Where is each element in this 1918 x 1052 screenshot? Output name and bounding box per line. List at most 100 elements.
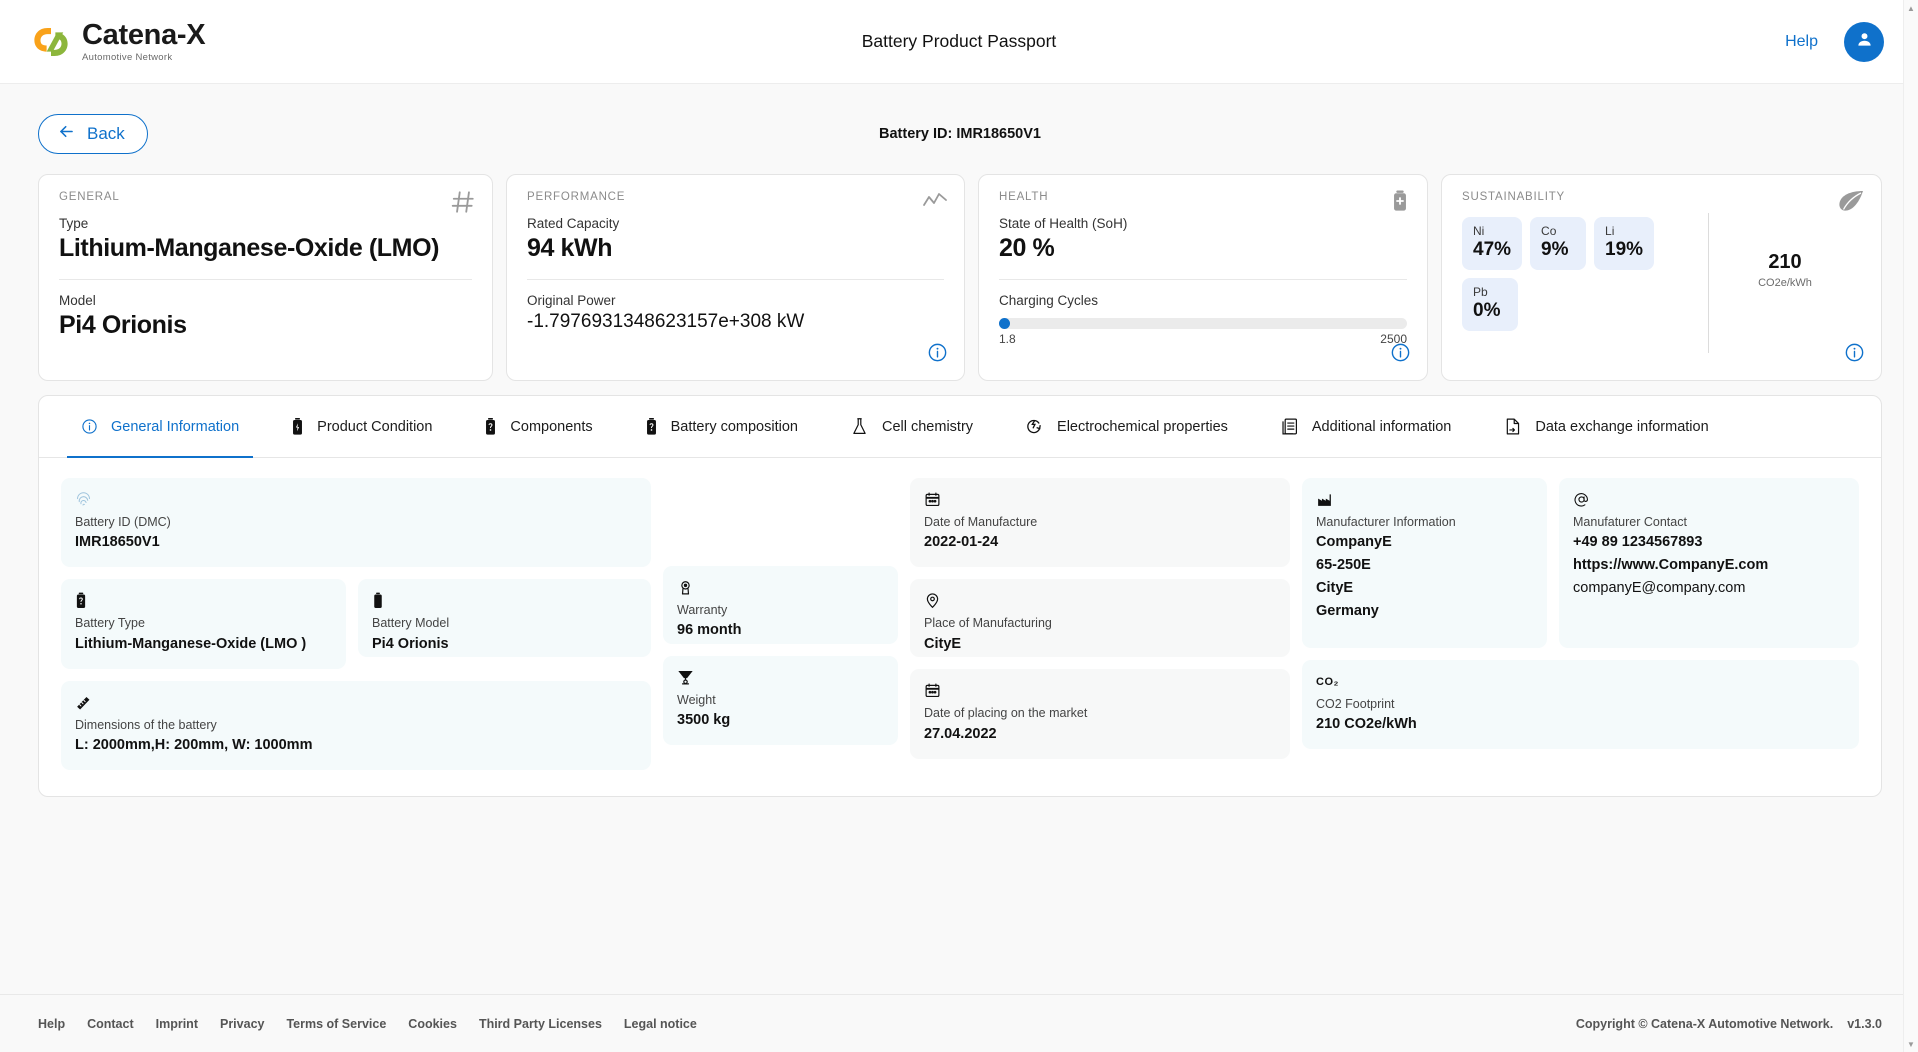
tab-cell-chemistry[interactable]: Cell chemistry — [824, 396, 999, 457]
battery-id-heading: Battery ID: IMR18650V1 — [879, 126, 1041, 142]
field-value: 27.04.2022 — [924, 725, 997, 742]
footer-copyright: Copyright © Catena-X Automotive Network. — [1575, 1016, 1834, 1031]
brand-logo[interactable]: Catena-X Automotive Network — [30, 20, 206, 63]
details-panel: General Information Product Condition Co… — [38, 395, 1882, 797]
electro-icon — [1025, 417, 1044, 436]
footer-link-contact[interactable]: Contact — [87, 1017, 134, 1031]
brand-text: Catena-X Automotive Network — [82, 20, 206, 63]
performance-divider — [527, 279, 944, 280]
leaf-icon — [1837, 189, 1865, 218]
health-soh-value: 20 % — [999, 234, 1055, 262]
performance-info-icon[interactable] — [927, 342, 948, 368]
tab-bar: General Information Product Condition Co… — [39, 396, 1881, 458]
field-label: Manufacturer Information — [1316, 515, 1456, 529]
back-button-label: Back — [87, 124, 125, 143]
fields-column-3: Date of Manufacture 2022-01-24 Place of … — [910, 478, 1290, 759]
field-value: https://www.CompanyE.com — [1573, 557, 1769, 574]
tab-battery-composition[interactable]: Battery composition — [619, 396, 824, 457]
footer-link-privacy[interactable]: Privacy — [220, 1017, 264, 1031]
kpi-card-row: GENERAL Type Lithium-Manganese-Oxide (LM… — [38, 174, 1882, 381]
calendar-icon — [924, 681, 1276, 700]
footer-link-imprint[interactable]: Imprint — [156, 1017, 198, 1031]
material-chip: Li 19% — [1594, 217, 1655, 271]
scroll-down-arrow-icon[interactable]: ▼ — [1904, 1036, 1918, 1052]
tab-label: Product Condition — [317, 418, 433, 435]
material-chip: Co 9% — [1530, 217, 1587, 271]
footer-link-third-party-licenses[interactable]: Third Party Licenses — [479, 1017, 602, 1031]
field-label: Place of Manufacturing — [924, 616, 1052, 631]
tab-general-information[interactable]: General Information — [55, 396, 265, 458]
field-label: Battery ID (DMC) — [75, 515, 171, 529]
battery-bolt-icon — [291, 417, 304, 436]
flask-icon — [850, 417, 869, 436]
user-icon — [1854, 29, 1875, 55]
field-value: CompanyE — [1316, 534, 1392, 551]
field-value: 3500 kg — [677, 712, 731, 729]
material-percent: 47% — [1473, 239, 1512, 261]
field-value: 210 CO2e/kWh — [1316, 716, 1417, 733]
field-label: Battery Type — [75, 616, 145, 631]
catena-x-logo-icon — [30, 21, 72, 63]
fields-column-2: Warranty 96 month Weight 3500 kg — [663, 478, 898, 746]
tab-additional-information[interactable]: Additional information — [1254, 396, 1477, 457]
general-card-title: GENERAL — [59, 191, 120, 203]
fingerprint-icon — [75, 490, 637, 509]
material-symbol: Ni — [1473, 224, 1485, 238]
tab-product-condition[interactable]: Product Condition — [265, 396, 458, 457]
footer-link-cookies[interactable]: Cookies — [408, 1017, 457, 1031]
tab-data-exchange-information[interactable]: Data exchange information — [1477, 396, 1734, 457]
field-value: Germany — [1316, 603, 1379, 620]
charging-cycles-bar-fill — [999, 318, 1010, 329]
sustainability-info-icon[interactable] — [1844, 342, 1865, 368]
material-chip-list: Ni 47% Co 9% Li 19% Pb 0% — [1462, 213, 1702, 353]
fields-row-manufacturer: Manufacturer Information CompanyE 65-250… — [1302, 478, 1859, 648]
tab-components[interactable]: Components — [458, 396, 618, 457]
co2-value: 210 — [1768, 251, 1802, 273]
fields-column-1: Battery ID (DMC) IMR18650V1 Battery Type… — [61, 478, 651, 770]
footer-link-terms-of-service[interactable]: Terms of Service — [286, 1017, 386, 1031]
field-date-of-manufacture: Date of Manufacture 2022-01-24 — [910, 478, 1290, 568]
app-footer: Help Contact Imprint Privacy Terms of Se… — [0, 994, 1918, 1052]
co2-unit: CO2e/kWh — [1758, 277, 1812, 289]
field-weight: Weight 3500 kg — [663, 656, 898, 746]
health-info-icon[interactable] — [1390, 342, 1411, 368]
user-avatar-button[interactable] — [1844, 21, 1884, 62]
battery-question-icon — [484, 417, 497, 436]
footer-link-legal-notice[interactable]: Legal notice — [624, 1017, 697, 1031]
ruler-icon — [75, 693, 637, 712]
charging-cycles-bar — [999, 318, 1407, 329]
battery-icon — [372, 591, 637, 610]
brand-tagline: Automotive Network — [82, 51, 173, 63]
field-label: Dimensions of the battery — [75, 717, 217, 732]
sub-toolbar: Back Battery ID: IMR18650V1 — [38, 106, 1882, 162]
performance-capacity-value: 94 kWh — [527, 234, 613, 262]
field-value: 2022-01-24 — [924, 534, 999, 551]
field-dimensions: Dimensions of the battery L: 2000mm,H: 2… — [61, 680, 651, 770]
field-value: 96 month — [677, 622, 742, 639]
map-pin-icon — [924, 591, 1276, 610]
general-model-label: Model — [59, 293, 96, 308]
general-type-label: Type — [59, 216, 89, 231]
document-list-icon — [1280, 417, 1299, 436]
material-percent: 19% — [1605, 239, 1644, 261]
field-label: Battery Model — [372, 616, 450, 631]
calendar-icon — [924, 490, 1276, 509]
footer-link-list: Help Contact Imprint Privacy Terms of Se… — [38, 1017, 697, 1031]
general-model-value: Pi4 Orionis — [59, 311, 187, 339]
field-value: Pi4 Orionis — [372, 635, 449, 652]
page-scrollbar[interactable]: ▲ ▼ — [1903, 0, 1918, 1052]
health-cycles-label: Charging Cycles — [999, 293, 1099, 308]
footer-link-help[interactable]: Help — [38, 1017, 65, 1031]
weight-icon — [677, 668, 884, 687]
tab-label: Battery composition — [670, 418, 798, 435]
charging-cycles-scale: 1.8 2500 — [999, 332, 1407, 346]
scroll-up-arrow-icon[interactable]: ▲ — [1904, 0, 1918, 16]
health-soh-label: State of Health (SoH) — [999, 216, 1128, 231]
tab-electrochemical-properties[interactable]: Electrochemical properties — [999, 396, 1254, 457]
battery-question-icon — [645, 417, 658, 436]
trend-line-icon — [922, 189, 948, 220]
back-button[interactable]: Back — [38, 114, 148, 154]
cycles-min-label: 1.8 — [999, 332, 1016, 346]
header-help-link[interactable]: Help — [1785, 33, 1818, 51]
